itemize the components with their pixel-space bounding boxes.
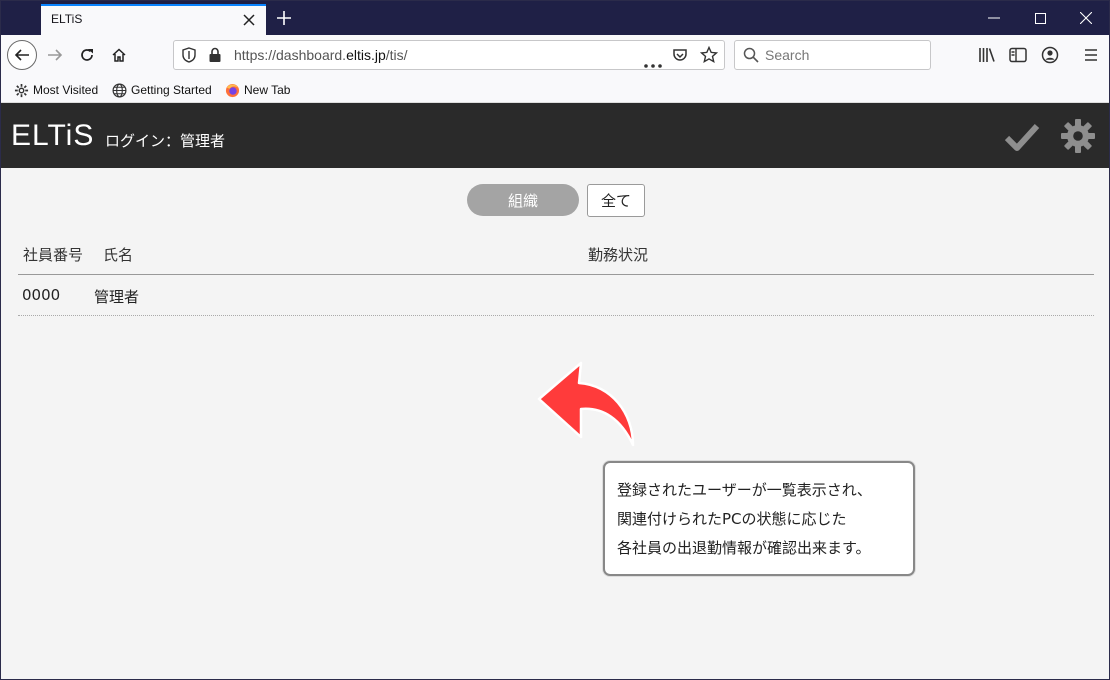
bookmark-getting-started[interactable]: Getting Started [112, 81, 212, 99]
callout-line-2: 関連付けられたPCの状態に応じた [617, 510, 847, 528]
sidebar-toggle-icon[interactable] [1007, 44, 1029, 66]
navigation-toolbar: https://dashboard.eltis.jp/tis/ [1, 35, 1109, 75]
search-icon [743, 47, 759, 67]
home-icon[interactable] [104, 40, 134, 70]
gear-icon [14, 83, 29, 97]
callout-line-3: 各社員の出退勤情報が確認出来ます。 [617, 539, 871, 557]
bookmark-new-tab[interactable]: New Tab [225, 81, 290, 99]
bookmark-label: New Tab [244, 83, 291, 97]
bookmark-most-visited[interactable]: Most Visited [14, 81, 98, 99]
maximize-icon[interactable] [1017, 1, 1063, 35]
employee-name-cell: 管理者 [94, 288, 140, 306]
column-header-work-status: 勤務状況 [588, 246, 649, 264]
employee-id-cell: 0000 [22, 286, 61, 304]
firefox-logo-icon [225, 83, 240, 97]
lock-icon[interactable] [208, 47, 222, 67]
app-header: ELTiS ログイン：管理者 [1, 103, 1109, 168]
url-text: https://dashboard.eltis.jp/tis/ [234, 47, 408, 63]
globe-icon [112, 83, 127, 97]
tab-title: ELTiS [51, 12, 83, 26]
app-logo[interactable]: ELTiS [11, 119, 94, 153]
bookmark-star-icon[interactable] [699, 45, 719, 68]
search-input[interactable] [765, 46, 925, 64]
browser-window: ELTiS https://dashboard.eltis.jp/tis/ Se… [0, 0, 1110, 680]
search-bar[interactable] [734, 40, 931, 70]
bookmark-label: Getting Started [131, 83, 212, 97]
login-status: ログイン：管理者 [105, 132, 226, 150]
close-window-icon[interactable] [1063, 1, 1109, 35]
library-icon[interactable] [976, 44, 998, 66]
bookmark-label: Most Visited [33, 83, 99, 97]
table-row[interactable]: 0000 管理者 [18, 275, 1094, 316]
callout-line-1: 登録されたユーザーが一覧表示され、 [617, 481, 872, 499]
filter-organization-button[interactable]: 組織 [467, 184, 579, 216]
back-arrow-icon[interactable] [7, 40, 37, 70]
pocket-icon[interactable] [672, 47, 688, 67]
account-icon[interactable] [1039, 44, 1061, 66]
hamburger-menu-icon[interactable] [1080, 44, 1102, 66]
checkmark-icon[interactable] [1004, 121, 1040, 153]
minimize-icon[interactable] [971, 1, 1017, 35]
column-header-employee-id: 社員番号 [23, 246, 84, 264]
employee-table-header: 社員番号 氏名 勤務状況 [18, 237, 1094, 275]
title-bar: ELTiS [1, 1, 1109, 35]
forward-arrow-icon[interactable] [40, 40, 70, 70]
page-actions-ellipsis-icon[interactable] [644, 53, 662, 72]
new-tab-plus-icon[interactable] [273, 7, 295, 29]
column-header-name: 氏名 [103, 246, 134, 264]
red-curved-arrow-icon [537, 361, 635, 447]
url-bar[interactable]: https://dashboard.eltis.jp/tis/ [173, 40, 725, 70]
close-tab-icon[interactable] [240, 11, 258, 29]
bookmarks-toolbar: Most Visited Getting Started New Tab [1, 75, 1109, 103]
annotation-callout: 登録されたユーザーが一覧表示され、 関連付けられたPCの状態に応じた 各社員の出… [603, 461, 915, 576]
tracking-shield-icon[interactable] [182, 47, 196, 67]
filter-all-button[interactable]: 全て [587, 184, 645, 217]
browser-tab-eltis[interactable]: ELTiS [41, 4, 266, 35]
settings-gear-icon[interactable] [1060, 118, 1096, 154]
reload-icon[interactable] [72, 40, 102, 70]
